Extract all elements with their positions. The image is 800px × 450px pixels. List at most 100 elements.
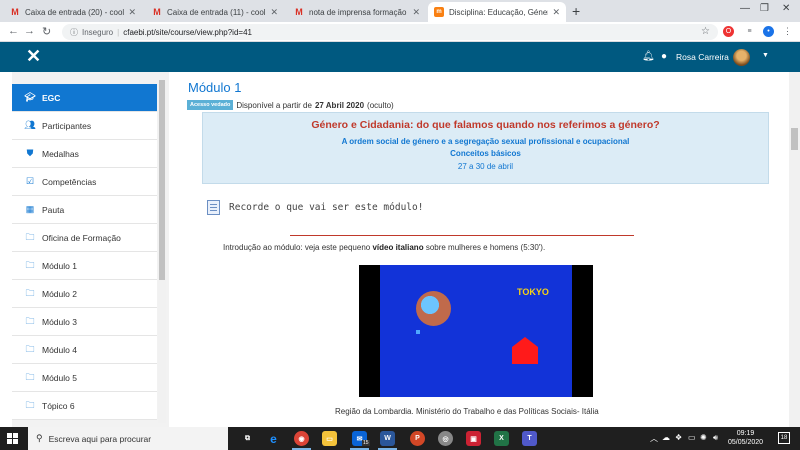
- folder-icon: 🗀: [25, 259, 35, 270]
- teams-icon[interactable]: T: [522, 431, 537, 446]
- restriction-date: 27 Abril 2020: [314, 100, 365, 110]
- sidebar-item-modulo-4[interactable]: 🗀 Módulo 4: [12, 336, 157, 364]
- video-frame[interactable]: TOKYO: [380, 265, 572, 397]
- browser-tab[interactable]: M Caixa de entrada (11) - coolabor ✕: [146, 2, 284, 22]
- forward-icon[interactable]: →: [24, 25, 35, 37]
- address-bar[interactable]: ⓘ Inseguro | cfaebi.pt/site/course/view.…: [62, 24, 718, 40]
- sidebar-item-modulo-1[interactable]: 🗀 Módulo 1: [12, 252, 157, 280]
- new-tab-icon[interactable]: +: [572, 3, 580, 19]
- folder-icon: 🗀: [25, 315, 35, 326]
- drawer-close-icon[interactable]: ✕: [26, 46, 41, 67]
- avatar[interactable]: [733, 49, 750, 66]
- close-tab-icon[interactable]: ✕: [412, 7, 420, 18]
- chevron-down-icon[interactable]: ▼: [762, 52, 769, 59]
- restriction-prefix: Disponível a partir de: [236, 100, 312, 110]
- video-dot: [416, 330, 420, 334]
- video-overlay-text: TOKYO: [517, 287, 549, 297]
- app-icon[interactable]: ◎: [438, 431, 453, 446]
- mail-badge: 15: [362, 440, 370, 446]
- reload-icon[interactable]: ↻: [42, 25, 51, 38]
- folder-icon: 🗀: [25, 287, 35, 298]
- word-icon[interactable]: W: [378, 431, 397, 450]
- bookmark-star-icon[interactable]: ☆: [701, 26, 710, 37]
- sidebar-item-competencias[interactable]: ☑ Competências: [12, 168, 157, 196]
- activity-title[interactable]: Recorde o que vai ser este módulo!: [229, 202, 423, 213]
- video-player[interactable]: TOKYO: [359, 265, 593, 397]
- sidebar-item-pauta[interactable]: ▦ Pauta: [12, 196, 157, 224]
- browser-tab-active[interactable]: m Disciplina: Educação, Género ✕: [428, 2, 566, 22]
- info-icon[interactable]: ⓘ: [70, 27, 78, 38]
- cloud-icon[interactable]: ☁: [662, 433, 670, 442]
- dropbox-icon[interactable]: ❖: [675, 433, 682, 442]
- bell-icon[interactable]: 🔔︎: [642, 51, 655, 62]
- table-icon: ▦: [25, 204, 35, 214]
- network-icon[interactable]: ✺: [700, 433, 707, 442]
- back-icon[interactable]: ←: [8, 25, 19, 37]
- video-caption: Região da Lombardia. Ministério do Traba…: [335, 407, 599, 416]
- sidebar-scrollbar[interactable]: [158, 80, 166, 423]
- excel-icon[interactable]: X: [494, 431, 509, 446]
- sidebar-item-label: EGC: [42, 92, 61, 103]
- sidebar-item-modulo-5[interactable]: 🗀 Módulo 5: [12, 364, 157, 392]
- sidebar-item-participantes[interactable]: 👥︎ Participantes: [12, 112, 157, 140]
- sidebar-item-label: Medalhas: [42, 148, 79, 159]
- intro-text: Introdução ao módulo: veja este pequeno …: [223, 243, 545, 252]
- page-scroll-thumb[interactable]: [791, 128, 798, 150]
- section-title[interactable]: Módulo 1: [188, 80, 241, 95]
- page-icon: [207, 200, 220, 215]
- chat-icon[interactable]: ●: [661, 51, 667, 62]
- sidebar-item-modulo-2[interactable]: 🗀 Módulo 2: [12, 280, 157, 308]
- tab-title: nota de imprensa formação doc: [309, 7, 408, 17]
- sidebar-scroll-thumb[interactable]: [159, 80, 165, 280]
- sidebar-item-medalhas[interactable]: ⛊ Medalhas: [12, 140, 157, 168]
- folder-icon: 🗀: [25, 371, 35, 382]
- extension-icon[interactable]: •: [763, 26, 774, 37]
- taskbar-search[interactable]: ⚲ Escreva aqui para procurar: [28, 427, 228, 450]
- page-scrollbar[interactable]: [789, 72, 800, 427]
- house-icon: [512, 337, 538, 364]
- menu-kebab-icon[interactable]: ⋮: [782, 26, 793, 37]
- sidebar-item-modulo-3[interactable]: 🗀 Módulo 3: [12, 308, 157, 336]
- task-view-icon[interactable]: ⧉: [240, 431, 255, 446]
- close-tab-icon[interactable]: ✕: [128, 7, 136, 18]
- edge-icon[interactable]: e: [266, 431, 281, 446]
- sidebar-item-label: Módulo 5: [42, 372, 77, 383]
- intro-suffix: sobre mulheres e homens (5:30').: [425, 243, 546, 252]
- close-tab-icon[interactable]: ✕: [552, 7, 560, 18]
- taskbar-clock[interactable]: 09:19 05/05/2020: [728, 429, 763, 447]
- powerpoint-icon[interactable]: P: [410, 431, 425, 446]
- sidebar-item-topico-6[interactable]: 🗀 Tópico 6: [12, 392, 157, 420]
- activity-link[interactable]: Recorde o que vai ser este módulo!: [207, 200, 423, 215]
- gmail-icon: M: [153, 7, 161, 17]
- sidebar-item-egc[interactable]: 🎓︎ EGC: [12, 84, 157, 112]
- user-name[interactable]: Rosa Carreira: [676, 52, 729, 62]
- tab-title: Disciplina: Educação, Género: [449, 7, 549, 17]
- clock-date: 05/05/2020: [728, 439, 764, 446]
- volume-icon[interactable]: 🔊︎: [713, 433, 718, 443]
- opera-extension-icon[interactable]: O: [723, 26, 734, 37]
- display-icon[interactable]: ▭: [688, 433, 696, 442]
- folder-icon: 🗀: [25, 399, 35, 410]
- restore-icon[interactable]: ❐: [760, 3, 769, 14]
- restricted-badge: Acesso vedado: [187, 100, 234, 110]
- sidebar-item-oficina[interactable]: 🗀 Oficina de Formação: [12, 224, 157, 252]
- browser-tab[interactable]: M Caixa de entrada (20) - coolabor ✕: [4, 2, 142, 22]
- reading-list-icon[interactable]: ≡: [744, 26, 755, 37]
- shield-icon: ⛊: [26, 148, 34, 158]
- intro-bold: vídeo italiano: [372, 243, 424, 252]
- restriction-info: Acesso vedado Disponível a partir de 27 …: [187, 100, 394, 110]
- gmail-icon: M: [11, 7, 19, 17]
- moodle-icon: m: [434, 7, 444, 17]
- graduation-cap-icon: 🎓︎: [24, 92, 36, 102]
- notification-center-icon[interactable]: 18: [778, 432, 790, 444]
- tray-chevron-icon[interactable]: ︿: [650, 433, 658, 444]
- chrome-icon[interactable]: ◉: [292, 431, 311, 450]
- sidebar-item-label: Módulo 3: [42, 316, 77, 327]
- close-tab-icon[interactable]: ✕: [270, 7, 278, 18]
- browser-tab[interactable]: M nota de imprensa formação doc ✕: [288, 2, 426, 22]
- windows-start-icon[interactable]: [7, 433, 18, 444]
- app-icon-2[interactable]: ▣: [466, 431, 481, 446]
- file-explorer-icon[interactable]: ▭: [322, 431, 337, 446]
- window-close-icon[interactable]: ✕: [782, 3, 790, 14]
- minimize-icon[interactable]: —: [740, 3, 750, 14]
